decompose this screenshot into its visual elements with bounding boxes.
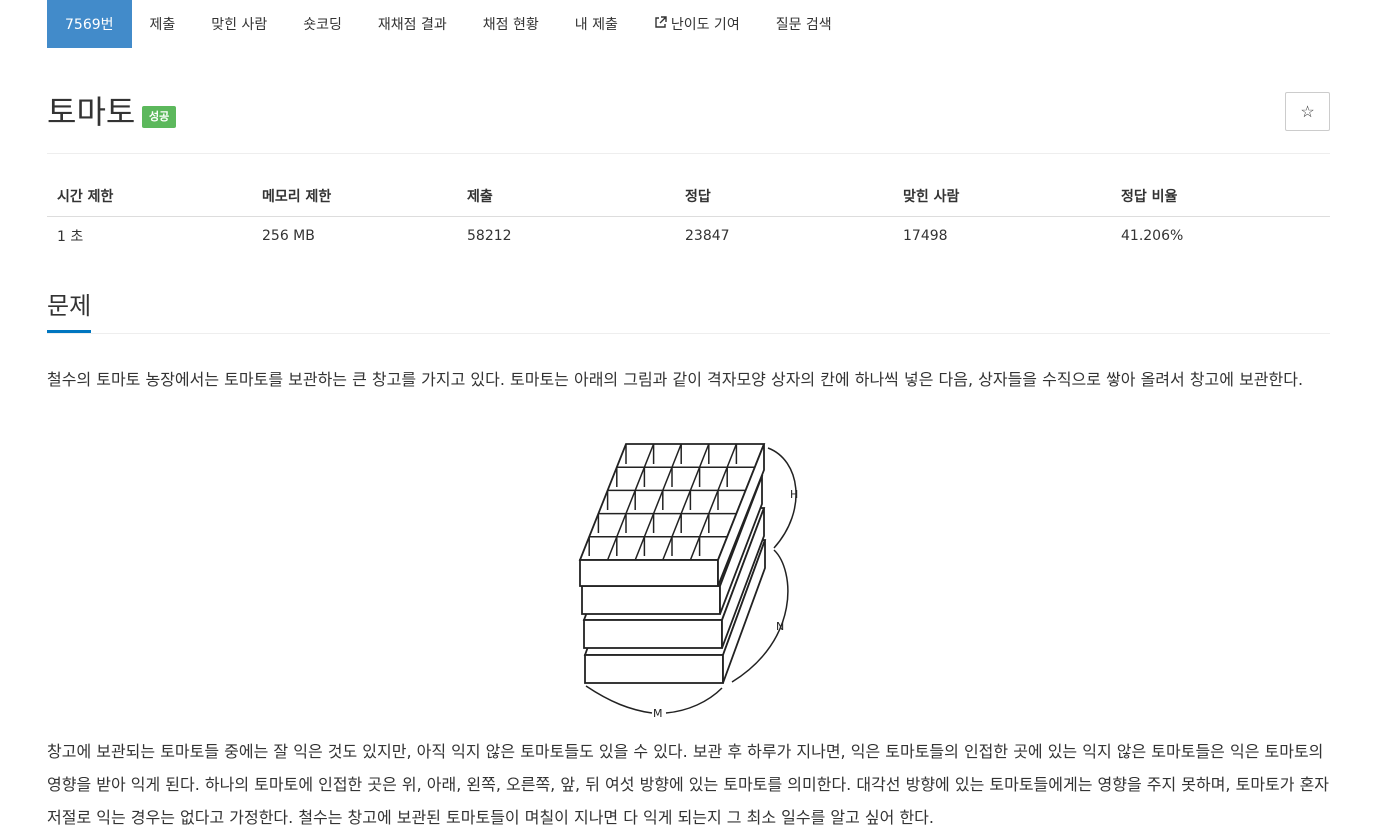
nav-tab-solvers[interactable]: 맞힌 사람 <box>193 0 285 48</box>
table-header-row: 시간 제한 메모리 제한 제출 정답 맞힌 사람 정답 비율 <box>47 176 1330 217</box>
header-time-limit: 시간 제한 <box>47 176 252 217</box>
figure-label-n: N <box>776 620 784 633</box>
star-icon: ☆ <box>1300 103 1315 121</box>
nav-tab-question-search[interactable]: 질문 검색 <box>758 0 850 48</box>
value-submissions: 58212 <box>467 228 512 245</box>
value-accepted: 23847 <box>685 228 730 245</box>
figure-label-m: M <box>653 707 663 720</box>
nav-tab-short-coding[interactable]: 숏코딩 <box>285 0 360 48</box>
problem-description-p2: 창고에 보관되는 토마토들 중에는 잘 익은 것도 있지만, 아직 익지 않은 … <box>47 742 1330 827</box>
figure-label-h: H <box>790 488 798 501</box>
tomato-boxes-figure: H N M <box>560 430 820 725</box>
nav-tab-my-submissions[interactable]: 내 제출 <box>557 0 636 48</box>
nav-tab-problem[interactable]: 7569번 <box>47 0 132 48</box>
value-ratio: 41.206% <box>1121 228 1184 245</box>
problem-stats-table: 시간 제한 메모리 제한 제출 정답 맞힌 사람 정답 비율 1 초 256 M… <box>47 176 1330 256</box>
table-row: 1 초 256 MB 58212 23847 17498 41.206% <box>47 216 1330 256</box>
header-memory-limit: 메모리 제한 <box>252 176 457 217</box>
nav-tab-difficulty[interactable]: 난이도 기여 <box>636 0 758 48</box>
title-row: 토마토 성공 ☆ <box>47 90 1330 154</box>
problem-section-header: 문제 <box>47 290 1330 334</box>
header-accepted: 정답 <box>675 176 893 217</box>
star-button[interactable]: ☆ <box>1285 92 1330 131</box>
page-title: 토마토 <box>47 93 136 131</box>
header-submissions: 제출 <box>457 176 675 217</box>
external-link-icon <box>654 16 667 32</box>
value-solvers: 17498 <box>903 228 948 245</box>
nav-tab-status[interactable]: 채점 현황 <box>465 0 557 48</box>
nav-tab-submit[interactable]: 제출 <box>132 0 194 48</box>
header-solvers: 맞힌 사람 <box>893 176 1111 217</box>
stacked-boxes-illustration: H N M <box>578 443 798 720</box>
header-ratio: 정답 비율 <box>1111 176 1330 217</box>
problem-description-p1: 철수의 토마토 농장에서는 토마토를 보관하는 큰 창고를 가지고 있다. 토마… <box>47 370 1304 389</box>
nav-tab-rejudge[interactable]: 재채점 결과 <box>360 0 465 48</box>
problem-nav: 7569번 제출 맞힌 사람 숏코딩 재채점 결과 채점 현황 내 제출 난이도… <box>47 0 850 48</box>
value-time-limit: 1 초 <box>57 229 84 246</box>
section-title: 문제 <box>47 290 92 333</box>
status-badge: 성공 <box>142 106 177 128</box>
value-memory-limit: 256 MB <box>262 228 315 245</box>
